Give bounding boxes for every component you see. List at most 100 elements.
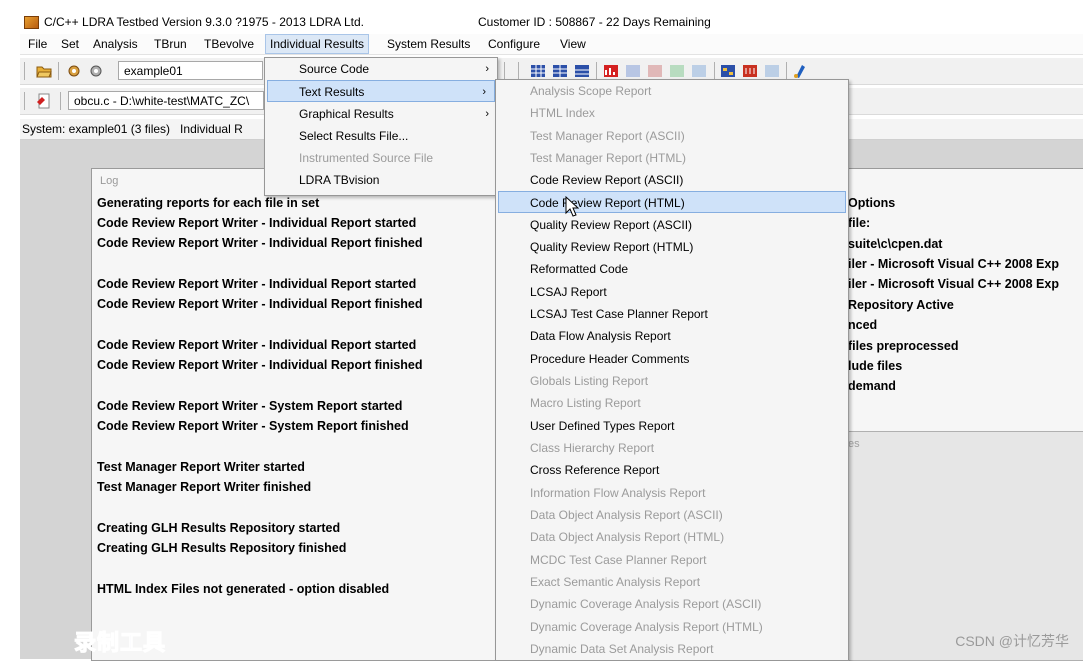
menu-item-test-manager-ascii: Test Manager Report (ASCII) [530, 129, 685, 143]
menu-item-lcsaj-report[interactable]: LCSAJ Report [496, 281, 848, 303]
menu-item-select-results-file[interactable]: Select Results File... [265, 125, 497, 147]
title-bar: C/C++ LDRA Testbed Version 9.3.0 ?1975 -… [20, 10, 1083, 32]
text-results-submenu: Analysis Scope Report HTML Index Test Ma… [495, 79, 849, 661]
menu-item-procedure-header-comments[interactable]: Procedure Header Comments [496, 348, 848, 370]
toolbar-separator [58, 62, 59, 80]
recording-tool-text: 录制工具 [73, 630, 167, 656]
options-window: Options file: suite\c\cpen.dat iler - Mi… [845, 168, 1083, 432]
disabled-graph-icon [765, 65, 779, 77]
set-gear-icon[interactable] [66, 63, 82, 79]
menu-item-reformatted-code[interactable]: Reformatted Code [496, 258, 848, 280]
menu-file[interactable]: File [24, 35, 51, 53]
menu-item-information-flow: Information Flow Analysis Report [530, 486, 706, 500]
flow-chart-icon[interactable] [720, 63, 736, 79]
toolbar-separator [596, 62, 597, 80]
menu-tbrun[interactable]: TBrun [150, 35, 191, 53]
log-line: Code Review Report Writer - Individual R… [97, 236, 423, 250]
menu-item-quality-review-html[interactable]: Quality Review Report (HTML) [496, 236, 848, 258]
menu-item-macro-listing: Macro Listing Report [530, 396, 641, 410]
log-line: Code Review Report Writer - System Repor… [97, 399, 403, 413]
menu-item-cross-reference[interactable]: Cross Reference Report [496, 459, 848, 481]
options-line: nced [848, 318, 878, 332]
menu-item-code-review-html[interactable]: Code Review Report (HTML) [498, 191, 846, 213]
mouse-cursor-icon [565, 196, 579, 217]
log-line: Code Review Report Writer - Individual R… [97, 358, 423, 372]
menu-view[interactable]: View [556, 35, 590, 53]
menu-item-source-code[interactable]: Source Code › [265, 58, 497, 80]
menu-system-results[interactable]: System Results [383, 35, 474, 53]
menu-item-analysis-scope-report: Analysis Scope Report [530, 84, 652, 98]
log-line: Creating GLH Results Repository finished [97, 541, 347, 555]
menu-item-dynamic-coverage-html: Dynamic Coverage Analysis Report (HTML) [530, 620, 763, 634]
recording-tool-overlay: 录制工具 [52, 611, 212, 659]
menu-analysis[interactable]: Analysis [89, 35, 142, 53]
window-title: C/C++ LDRA Testbed Version 9.3.0 ?1975 -… [44, 15, 364, 29]
menu-item-user-defined-types[interactable]: User Defined Types Report [496, 415, 848, 437]
menu-configure[interactable]: Configure [484, 35, 544, 53]
toolbar-grip [24, 92, 25, 110]
set-combo[interactable]: example01 [118, 61, 263, 80]
menu-item-ldra-tbvision[interactable]: LDRA TBvision [265, 169, 497, 191]
menu-item-data-flow-analysis[interactable]: Data Flow Analysis Report [496, 325, 848, 347]
open-set-icon[interactable] [36, 63, 52, 79]
menu-item-graphical-results[interactable]: Graphical Results › [265, 103, 497, 125]
menu-item-exact-semantic-analysis: Exact Semantic Analysis Report [530, 575, 701, 589]
menu-item-data-object-html: Data Object Analysis Report (HTML) [530, 530, 725, 544]
log-line: Code Review Report Writer - Individual R… [97, 338, 417, 352]
options-line: demand [848, 379, 896, 393]
menu-item-dynamic-data-set: Dynamic Data Set Analysis Report [530, 642, 714, 656]
secondary-caption: es [848, 438, 860, 450]
menu-item-class-hierarchy: Class Hierarchy Report [530, 441, 655, 455]
menu-item-text-results[interactable]: Text Results › [267, 80, 495, 102]
log-line: Test Manager Report Writer finished [97, 480, 312, 494]
toolbar-separator [60, 92, 61, 110]
submenu-arrow-icon: › [485, 63, 489, 75]
toolbar-grip [24, 62, 25, 80]
toolbar-separator [714, 62, 715, 80]
log-line: Creating GLH Results Repository started [97, 521, 341, 535]
log-line: Test Manager Report Writer started [97, 460, 305, 474]
file-combo[interactable]: obcu.c - D:\white-test\MATC_ZC\ [68, 91, 264, 110]
app-icon [24, 16, 39, 29]
menu-individual-results[interactable]: Individual Results [265, 34, 370, 54]
report-list-icon[interactable] [574, 63, 590, 79]
menu-set[interactable]: Set [57, 35, 83, 53]
disabled-chart-icon [670, 65, 684, 77]
disabled-chart-icon [626, 65, 640, 77]
log-line: HTML Index Files not generated - option … [97, 582, 390, 596]
report-table-icon[interactable] [552, 63, 568, 79]
individual-results-menu: Source Code › Text Results › Graphical Res… [264, 57, 498, 196]
options-line: lude files [848, 359, 903, 373]
menu-bar: File Set Analysis TBrun TBevolve Individ… [20, 34, 1083, 55]
csdn-watermark: CSDN @计忆芳华 [955, 633, 1069, 649]
options-line: Repository Active [848, 298, 954, 312]
menu-item-test-manager-html: Test Manager Report (HTML) [530, 151, 687, 165]
log-line: Code Review Report Writer - Individual R… [97, 297, 423, 311]
submenu-arrow-icon: › [485, 108, 489, 120]
menu-tbevolve[interactable]: TBevolve [200, 35, 258, 53]
set-properties-icon[interactable] [88, 63, 104, 79]
call-graph-icon[interactable] [742, 63, 758, 79]
options-line: Options [848, 196, 896, 210]
options-line: iler - Microsoft Visual C++ 2008 Exp [848, 277, 1059, 291]
menu-item-dynamic-coverage-ascii: Dynamic Coverage Analysis Report (ASCII) [530, 597, 762, 611]
options-line: suite\c\cpen.dat [848, 237, 943, 251]
menu-item-code-review-ascii[interactable]: Code Review Report (ASCII) [496, 169, 848, 191]
file-select-icon[interactable] [36, 93, 52, 109]
red-chart-icon[interactable] [603, 63, 619, 79]
report-grid-icon[interactable] [530, 63, 546, 79]
toolbar-separator [518, 62, 519, 80]
system-info: System: example01 (3 files) Individual R [22, 122, 243, 136]
disabled-chart-icon [692, 65, 706, 77]
options-line: files preprocessed [848, 339, 959, 353]
menu-item-quality-review-ascii[interactable]: Quality Review Report (ASCII) [496, 214, 848, 236]
toolbar-separator [504, 62, 505, 80]
menu-item-lcsaj-test-case-planner[interactable]: LCSAJ Test Case Planner Report [496, 303, 848, 325]
menu-item-html-index: HTML Index [530, 106, 595, 120]
tbvision-icon[interactable] [792, 63, 808, 79]
log-line: Code Review Report Writer - System Repor… [97, 419, 409, 433]
menu-item-globals-listing: Globals Listing Report [530, 374, 649, 388]
menu-item-mcdc-test-case-planner: MCDC Test Case Planner Report [530, 553, 707, 567]
menu-item-data-object-ascii: Data Object Analysis Report (ASCII) [530, 508, 723, 522]
toolbar-separator [786, 62, 787, 80]
